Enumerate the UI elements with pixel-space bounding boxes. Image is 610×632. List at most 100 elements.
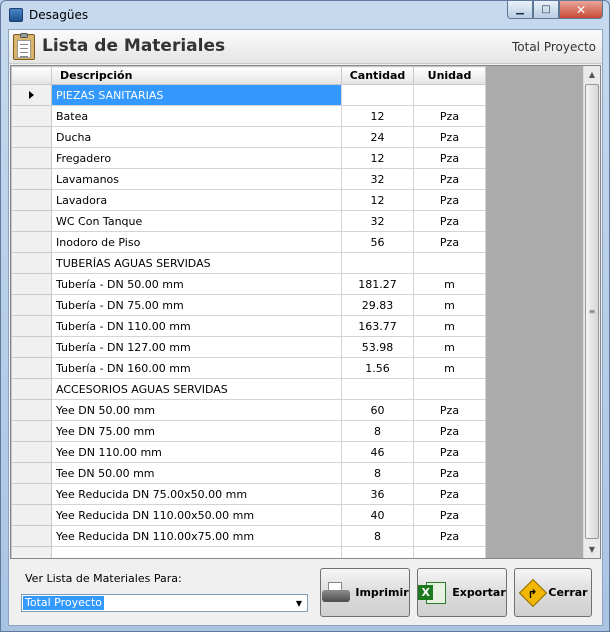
vertical-scrollbar[interactable]: ▲ ≡ ▼: [583, 66, 600, 558]
cell-unit[interactable]: [413, 546, 486, 558]
column-header-unit[interactable]: Unidad: [413, 66, 486, 85]
row-header[interactable]: [11, 525, 52, 547]
cell-unit[interactable]: Pza: [413, 126, 486, 148]
table-row[interactable]: Tubería - DN 110.00 mm 163.77 m: [11, 315, 486, 337]
row-header[interactable]: [11, 210, 52, 232]
cell-quantity[interactable]: 24: [341, 126, 414, 148]
row-header[interactable]: [11, 84, 52, 106]
cell-quantity[interactable]: 8: [341, 462, 414, 484]
title-bar[interactable]: Desagües ▁ □ ✕: [1, 1, 609, 29]
row-header[interactable]: [11, 420, 52, 442]
cell-description[interactable]: Yee Reducida DN 110.00x75.00 mm: [51, 525, 342, 547]
minimize-button[interactable]: ▁: [507, 1, 533, 19]
cell-quantity[interactable]: 163.77: [341, 315, 414, 337]
cell-description[interactable]: Tubería - DN 160.00 mm: [51, 357, 342, 379]
cell-quantity[interactable]: 181.27: [341, 273, 414, 295]
row-header[interactable]: [11, 231, 52, 253]
cell-unit[interactable]: Pza: [413, 441, 486, 463]
cell-description[interactable]: ACCESORIOS AGUAS SERVIDAS: [51, 378, 342, 400]
table-row[interactable]: Tubería - DN 160.00 mm 1.56 m: [11, 357, 486, 379]
row-header[interactable]: [11, 315, 52, 337]
materials-grid[interactable]: Descripción Cantidad Unidad PIEZAS SANIT…: [10, 65, 601, 559]
cell-unit[interactable]: Pza: [413, 231, 486, 253]
row-header[interactable]: [11, 378, 52, 400]
print-button[interactable]: Imprimir: [320, 568, 410, 617]
cell-unit[interactable]: [413, 378, 486, 400]
cell-quantity[interactable]: 12: [341, 147, 414, 169]
cell-description[interactable]: Inodoro de Piso: [51, 231, 342, 253]
cell-unit[interactable]: Pza: [413, 210, 486, 232]
cell-description[interactable]: Yee Reducida DN 75.00x50.00 mm: [51, 483, 342, 505]
table-row[interactable]: Yee DN 75.00 mm 8 Pza: [11, 420, 486, 442]
cell-unit[interactable]: [413, 252, 486, 274]
chevron-down-icon[interactable]: ▼: [293, 597, 305, 609]
cell-quantity[interactable]: 36: [341, 483, 414, 505]
cell-unit[interactable]: Pza: [413, 189, 486, 211]
cell-quantity[interactable]: 1.56: [341, 357, 414, 379]
table-row[interactable]: WC Con Tanque 32 Pza: [11, 210, 486, 232]
cell-unit[interactable]: m: [413, 273, 486, 295]
cell-unit[interactable]: Pza: [413, 105, 486, 127]
table-row[interactable]: Tubería - DN 75.00 mm 29.83 m: [11, 294, 486, 316]
table-row[interactable]: Yee Reducida DN 110.00x50.00 mm 40 Pza: [11, 504, 486, 526]
cell-unit[interactable]: Pza: [413, 420, 486, 442]
cell-unit[interactable]: m: [413, 315, 486, 337]
cell-quantity[interactable]: 32: [341, 210, 414, 232]
scope-select[interactable]: Total Proyecto ▼: [21, 594, 308, 612]
table-row[interactable]: TUBERÍAS AGUAS SERVIDAS: [11, 252, 486, 274]
cell-description[interactable]: WC Con Tanque: [51, 210, 342, 232]
cell-description[interactable]: Lavadora: [51, 189, 342, 211]
cell-unit[interactable]: m: [413, 294, 486, 316]
cell-quantity[interactable]: 46: [341, 441, 414, 463]
table-row[interactable]: Tubería - DN 127.00 mm 53.98 m: [11, 336, 486, 358]
cell-unit[interactable]: Pza: [413, 525, 486, 547]
maximize-button[interactable]: □: [533, 1, 559, 19]
cell-quantity[interactable]: [341, 378, 414, 400]
cell-description[interactable]: Batea: [51, 105, 342, 127]
table-row[interactable]: Tee DN 50.00 mm 8 Pza: [11, 462, 486, 484]
cell-description[interactable]: Yee DN 75.00 mm: [51, 420, 342, 442]
row-header[interactable]: [11, 462, 52, 484]
row-header[interactable]: [11, 336, 52, 358]
column-header-quantity[interactable]: Cantidad: [341, 66, 414, 85]
row-header[interactable]: [11, 483, 52, 505]
table-row[interactable]: Inodoro de Piso 56 Pza: [11, 231, 486, 253]
cell-description[interactable]: Tubería - DN 75.00 mm: [51, 294, 342, 316]
row-header[interactable]: [11, 147, 52, 169]
cell-unit[interactable]: Pza: [413, 483, 486, 505]
table-row[interactable]: Batea 12 Pza: [11, 105, 486, 127]
table-row[interactable]: Yee Reducida DN 110.00x75.00 mm 8 Pza: [11, 525, 486, 547]
cell-description[interactable]: Tubería - DN 50.00 mm: [51, 273, 342, 295]
cell-quantity[interactable]: 12: [341, 189, 414, 211]
cell-description[interactable]: Tubería - DN 110.00 mm: [51, 315, 342, 337]
row-header[interactable]: [11, 441, 52, 463]
table-row[interactable]: Yee DN 50.00 mm 60 Pza: [11, 399, 486, 421]
cell-quantity[interactable]: 12: [341, 105, 414, 127]
close-button[interactable]: ↱ Cerrar: [514, 568, 592, 617]
row-header[interactable]: [11, 294, 52, 316]
cell-quantity[interactable]: 56: [341, 231, 414, 253]
cell-quantity[interactable]: 8: [341, 525, 414, 547]
table-row[interactable]: PIEZAS SANITARIAS: [11, 84, 486, 106]
cell-description[interactable]: Yee DN 110.00 mm: [51, 441, 342, 463]
close-window-button[interactable]: ✕: [559, 1, 603, 19]
row-header[interactable]: [11, 357, 52, 379]
row-header[interactable]: [11, 126, 52, 148]
cell-unit[interactable]: [413, 84, 486, 106]
cell-description[interactable]: Yee Reducida DN 110.00x50.00 mm: [51, 504, 342, 526]
scroll-up-button[interactable]: ▲: [584, 66, 600, 83]
cell-description[interactable]: Tubería - DN 127.00 mm: [51, 336, 342, 358]
export-button[interactable]: X Exportar: [417, 568, 507, 617]
cell-unit[interactable]: m: [413, 336, 486, 358]
cell-quantity[interactable]: 53.98: [341, 336, 414, 358]
cell-description[interactable]: Lavamanos: [51, 168, 342, 190]
table-row[interactable]: ACCESORIOS AGUAS SERVIDAS: [11, 378, 486, 400]
table-row[interactable]: Tubería - DN 50.00 mm 181.27 m: [11, 273, 486, 295]
row-header[interactable]: [11, 105, 52, 127]
cell-quantity[interactable]: 32: [341, 168, 414, 190]
row-header[interactable]: [11, 273, 52, 295]
cell-description[interactable]: [51, 546, 342, 558]
column-header-description[interactable]: Descripción: [51, 66, 342, 85]
row-header[interactable]: [11, 399, 52, 421]
scroll-thumb[interactable]: ≡: [585, 84, 599, 539]
